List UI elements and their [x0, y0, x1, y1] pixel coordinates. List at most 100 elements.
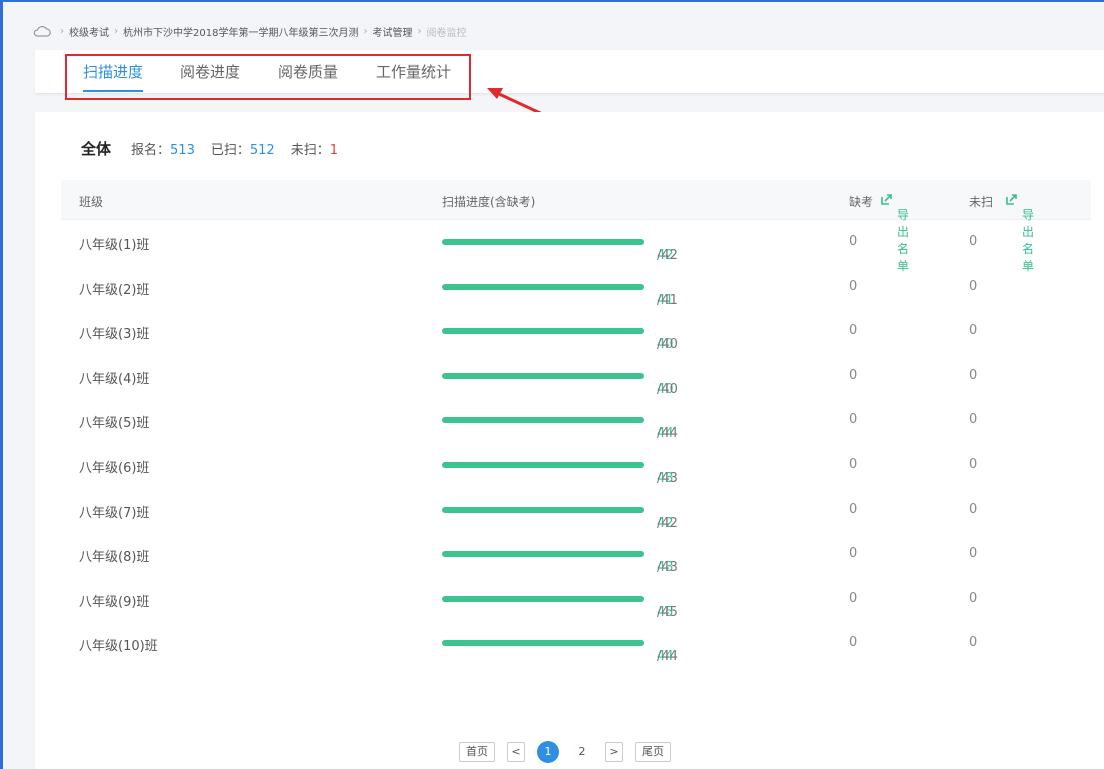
page-button-2[interactable]: 2: [571, 741, 593, 763]
absent-count: 0: [849, 323, 858, 339]
unscanned-count: 0: [969, 635, 978, 651]
breadcrumb-item-exam-management[interactable]: 考试管理: [372, 24, 412, 39]
tab-grading-progress[interactable]: 阅卷进度: [180, 62, 240, 92]
scan-progress-bar: [442, 551, 644, 558]
summary-bar: 全体 报名：513 已扫：512 未扫：1: [81, 138, 354, 159]
stat-unscanned-label: 未扫：: [290, 143, 330, 158]
class-name: 八年级(1)班: [79, 238, 150, 253]
first-page-button[interactable]: 首页: [459, 742, 495, 762]
table-row: 八年级(7)班 42/42 0 0: [61, 488, 1091, 533]
table-row: 八年级(6)班 43/43 0 0: [61, 443, 1091, 488]
tab-grading-quality[interactable]: 阅卷质量: [278, 62, 338, 92]
last-page-button[interactable]: 尾页: [635, 742, 671, 762]
scan-progress-fill: [442, 372, 644, 379]
scan-count-total: /44: [657, 649, 678, 665]
absent-count: 0: [849, 546, 858, 562]
unscanned-count: 0: [969, 323, 978, 339]
unscanned-count: 0: [969, 456, 978, 472]
scan-progress-fill: [442, 640, 644, 647]
absent-count: 0: [849, 278, 858, 294]
absent-count: 0: [849, 590, 858, 606]
scan-progress-bar: [442, 417, 644, 424]
table-row: 八年级(1)班 42/42 0 0: [61, 220, 1091, 265]
scan-progress-bar: [442, 461, 644, 468]
export-absent-button[interactable]: 导出名单: [881, 193, 909, 273]
scan-count-total: /40: [657, 337, 678, 353]
absent-count: 0: [849, 412, 858, 428]
scan-progress-bar: [442, 328, 644, 335]
unscanned-count: 0: [969, 590, 978, 606]
absent-count: 0: [849, 234, 858, 249]
scan-progress-bar: [442, 283, 644, 290]
stat-unscanned: 未扫：1: [291, 139, 338, 158]
breadcrumb-separator: ›: [417, 25, 422, 37]
summary-scope: 全体: [81, 140, 112, 158]
scan-progress-fill: [442, 283, 644, 290]
class-name: 八年级(6)班: [79, 460, 150, 476]
scan-progress-fill: [442, 506, 644, 513]
class-name: 八年级(7)班: [79, 505, 150, 521]
breadcrumb-item-school-exam[interactable]: 校级考试: [69, 24, 109, 39]
tab-scan-progress[interactable]: 扫描进度: [83, 62, 144, 92]
unscanned-count: 0: [969, 367, 978, 383]
class-name: 八年级(8)班: [79, 550, 150, 566]
class-name: 八年级(3)班: [79, 327, 150, 343]
home-icon[interactable]: [33, 24, 51, 38]
absent-count: 0: [849, 501, 858, 517]
breadcrumb-separator: ›: [60, 25, 64, 37]
table-row: 八年级(4)班 40/40 0 0: [61, 354, 1091, 399]
unscanned-count: 0: [969, 278, 978, 294]
absent-count: 0: [849, 367, 858, 383]
class-name: 八年级(9)班: [79, 594, 150, 610]
scan-count-total: /40: [657, 381, 678, 397]
tabs-bar: 扫描进度 阅卷进度 阅卷质量 工作量统计: [35, 50, 1104, 94]
class-name: 八年级(4)班: [79, 371, 150, 387]
scan-count-total: /41: [657, 292, 678, 308]
scan-progress-bar: [442, 506, 644, 513]
unscanned-count: 0: [969, 501, 978, 517]
absent-count: 0: [849, 635, 858, 651]
stat-registered-value: 513: [170, 143, 195, 158]
table-row: 八年级(9)班 45/45 0 0: [61, 577, 1091, 622]
scan-count-total: /45: [657, 604, 678, 620]
prev-page-button[interactable]: <: [507, 742, 525, 762]
table-row: 八年级(2)班 41/41 0 0: [61, 265, 1091, 310]
scan-count-total: /43: [657, 470, 678, 486]
table-row: 八年级(3)班 40/40 0 0: [61, 309, 1091, 354]
table-body: 八年级(1)班 42/42 0 0 八年级(2)班 41/41 0 0 八年级(3)班 40/40…: [61, 220, 1091, 666]
class-name: 八年级(10)班: [79, 639, 158, 655]
scan-count-total: /43: [657, 560, 678, 576]
unscanned-count: 0: [969, 234, 978, 249]
absent-count: 0: [849, 456, 858, 472]
header-unscanned: 未扫: [969, 195, 994, 209]
unscanned-count: 0: [969, 412, 978, 428]
breadcrumb-item-exam-name[interactable]: 杭州市下沙中学2018学年第一学期八年级第三次月测: [123, 24, 358, 39]
breadcrumb-separator: ›: [363, 25, 368, 37]
breadcrumb-separator: ›: [114, 25, 118, 37]
header-absent: 缺考: [849, 195, 874, 209]
breadcrumb-current: 阅卷监控: [426, 27, 467, 39]
table-row: 八年级(8)班 43/43 0 0: [61, 532, 1091, 577]
scan-progress-card: 全体 报名：513 已扫：512 未扫：1 班级 扫描进度(含缺考) 缺考 导出…: [35, 112, 1104, 769]
export-icon: [881, 194, 892, 205]
export-unscanned-button[interactable]: 导出名单: [1006, 193, 1034, 273]
scan-progress-bar: [442, 239, 644, 245]
class-name: 八年级(2)班: [79, 282, 150, 298]
header-progress: 扫描进度(含缺考): [442, 195, 536, 209]
scan-count-total: /44: [657, 426, 678, 442]
header-class: 班级: [79, 195, 104, 209]
stat-scanned: 已扫：512: [211, 139, 275, 158]
stat-registered: 报名：513: [131, 139, 195, 158]
breadcrumb: › 校级考试 › 杭州市下沙中学2018学年第一学期八年级第三次月测 › 考试管…: [33, 20, 466, 42]
pagination: 首页 < 1 2 > 尾页: [459, 740, 683, 764]
stat-unscanned-value: 1: [329, 143, 338, 158]
page-button-1[interactable]: 1: [537, 741, 559, 763]
unscanned-count: 0: [969, 546, 978, 562]
next-page-button[interactable]: >: [605, 742, 623, 762]
scan-count-total: /42: [657, 248, 678, 263]
scan-progress-fill: [442, 461, 644, 468]
tab-workload-stats[interactable]: 工作量统计: [376, 62, 451, 92]
table-header: 班级 扫描进度(含缺考) 缺考 导出名单 未扫 导出名单: [61, 180, 1091, 273]
stat-registered-label: 报名：: [131, 143, 171, 158]
class-name: 八年级(5)班: [79, 416, 150, 432]
